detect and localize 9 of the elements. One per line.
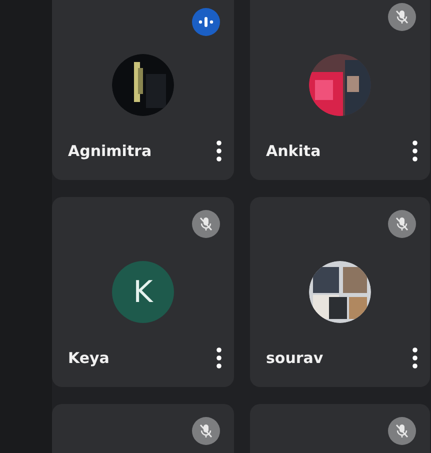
participant-name: sourav — [266, 349, 324, 367]
participant-name: Ankita — [266, 142, 321, 160]
more-options-icon[interactable] — [216, 140, 222, 162]
more-options-icon[interactable] — [412, 347, 418, 369]
more-options-icon[interactable] — [412, 140, 418, 162]
participant-name: Keya — [68, 349, 110, 367]
more-options-icon[interactable] — [216, 347, 222, 369]
avatar-initial: K — [112, 261, 174, 323]
participant-name: Agnimitra — [68, 142, 152, 160]
